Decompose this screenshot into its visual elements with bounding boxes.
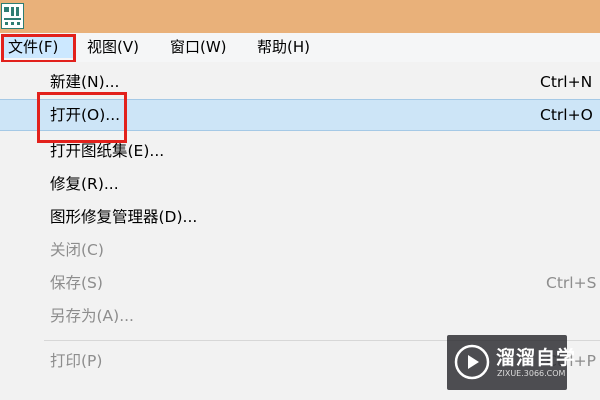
menu-item-label: 新建(N)... bbox=[50, 73, 120, 91]
menu-window[interactable]: 窗口(W) bbox=[170, 36, 227, 58]
play-icon bbox=[454, 344, 490, 380]
menu-item-new[interactable]: 新建(N)... Ctrl+N bbox=[0, 66, 600, 98]
menu-item-label: 另存为(A)... bbox=[50, 307, 134, 325]
menu-bar: 文件(F) 视图(V) 窗口(W) 帮助(H) bbox=[0, 33, 600, 63]
watermark-subtitle: ZIXUE.3066.COM bbox=[497, 369, 566, 378]
menu-item-label: 打印(P) bbox=[50, 352, 103, 370]
menu-item-open[interactable]: 打开(O)... Ctrl+O bbox=[0, 99, 600, 131]
menu-item-label: 打开(O)... bbox=[50, 106, 121, 124]
menu-item-shortcut: Ctrl+S bbox=[546, 274, 597, 292]
menu-help[interactable]: 帮助(H) bbox=[257, 36, 310, 58]
menu-item-label: 关闭(C) bbox=[50, 241, 104, 259]
app-logo-icon[interactable] bbox=[1, 3, 24, 29]
menu-item-label: 保存(S) bbox=[50, 274, 103, 292]
menu-item-label: 打开图纸集(E)... bbox=[50, 142, 165, 160]
menu-item-shortcut: Ctrl+N bbox=[540, 73, 593, 91]
menu-view[interactable]: 视图(V) bbox=[87, 36, 139, 58]
menu-item-close[interactable]: 关闭(C) bbox=[0, 234, 600, 266]
menu-item-drawing-recovery-manager[interactable]: 图形修复管理器(D)... bbox=[0, 201, 600, 233]
menu-item-open-sheet-set[interactable]: 打开图纸集(E)... bbox=[0, 135, 600, 167]
menu-file[interactable]: 文件(F) bbox=[4, 36, 76, 58]
menu-item-label: 图形修复管理器(D)... bbox=[50, 208, 198, 226]
menu-item-recover[interactable]: 修复(R)... bbox=[0, 168, 600, 200]
menu-item-save-as[interactable]: 另存为(A)... bbox=[0, 300, 600, 332]
watermark-title: 溜溜自学 bbox=[496, 347, 577, 369]
title-bar bbox=[0, 0, 600, 33]
menu-item-shortcut: Ctrl+O bbox=[540, 106, 593, 124]
menu-item-save[interactable]: 保存(S) Ctrl+S bbox=[0, 267, 600, 299]
menu-item-label: 修复(R)... bbox=[50, 175, 119, 193]
watermark-badge: 溜溜自学 ZIXUE.3066.COM bbox=[447, 335, 575, 390]
